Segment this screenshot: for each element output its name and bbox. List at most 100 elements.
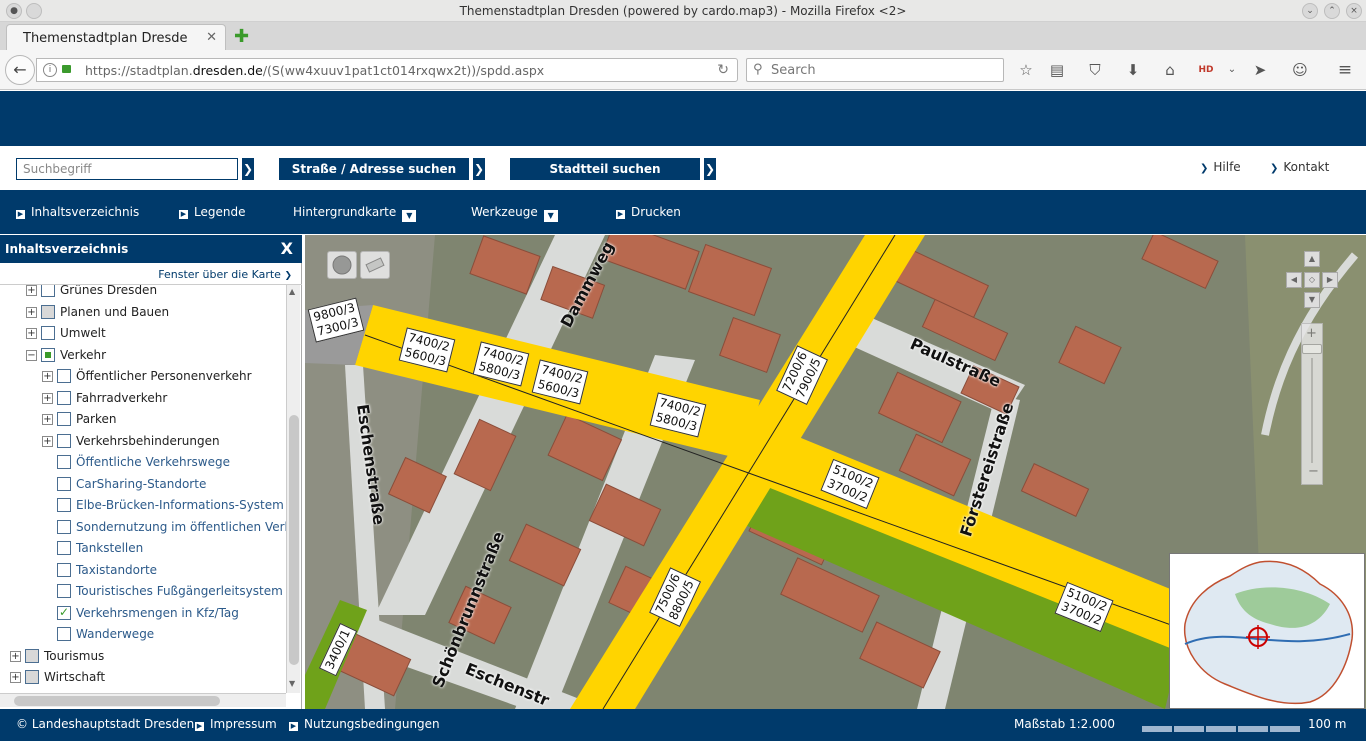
new-tab-icon[interactable]: ✚ <box>234 26 249 47</box>
layer-checkbox[interactable] <box>57 433 71 448</box>
layer-checkbox[interactable] <box>57 519 71 534</box>
chat-icon[interactable]: ☺ <box>1290 60 1310 80</box>
zoom-slider[interactable]: + − <box>1301 323 1323 485</box>
expand-icon[interactable]: + <box>42 435 53 447</box>
tree-node-label[interactable]: CarSharing-Standorte <box>76 477 206 491</box>
layer-checkbox[interactable] <box>57 498 71 512</box>
tree-node-label[interactable]: Tankstellen <box>76 541 143 555</box>
layer-checkbox[interactable] <box>57 455 71 469</box>
tree-node-label[interactable]: Sondernutzung im öffentlichen Verkehrsra… <box>76 520 286 534</box>
layer-checkbox[interactable] <box>25 648 39 663</box>
district-search-arrow-icon[interactable]: ❯ <box>702 158 716 180</box>
layer-checkbox[interactable] <box>57 584 71 598</box>
collapse-icon[interactable]: − <box>26 349 37 361</box>
layer-checkbox[interactable] <box>57 412 71 426</box>
layer-checkbox[interactable] <box>57 562 71 577</box>
tree-node-label[interactable]: Touristisches Fußgängerleitsystem <box>76 584 283 598</box>
expand-icon[interactable]: + <box>42 371 53 382</box>
tree-node[interactable]: + Parken <box>0 410 286 430</box>
home-icon[interactable]: ⌂ <box>1160 60 1180 80</box>
tree-vertical-scrollbar[interactable]: ▲ ▼ <box>286 285 300 693</box>
tree-node-label[interactable]: Öffentlicher Personenverkehr <box>76 369 252 383</box>
tree-node-label[interactable]: Wirtschaft <box>44 670 105 684</box>
district-search-button[interactable]: Stadtteil suchen <box>510 158 700 180</box>
pan-right-icon[interactable]: ▶ <box>1322 272 1338 288</box>
expand-icon[interactable]: + <box>42 392 53 404</box>
tree-node-label[interactable]: Fahrradverkehr <box>76 391 167 405</box>
url-bar[interactable]: i https://stadtplan.dresden.de/(S(ww4xuu… <box>36 58 738 82</box>
download-icon[interactable]: ⬇ <box>1123 60 1143 80</box>
imprint-link[interactable]: ▶ Impressum <box>195 717 277 731</box>
expand-icon[interactable]: + <box>26 328 37 339</box>
tree-node[interactable]: + Planen und Bauen <box>0 303 286 323</box>
eraser-icon[interactable] <box>360 251 390 279</box>
layer-checkbox[interactable] <box>57 541 71 555</box>
tree-node-label[interactable]: Verkehr <box>60 348 106 362</box>
street-search-arrow-icon[interactable]: ❯ <box>471 158 485 180</box>
tree-node-label[interactable]: Verkehrsbehinderungen <box>76 434 220 448</box>
pan-up-icon[interactable]: ▲ <box>1304 251 1320 267</box>
send-icon[interactable]: ➤ <box>1250 60 1270 80</box>
scroll-thumb[interactable] <box>289 415 299 665</box>
menu-toc[interactable]: ▶ Inhaltsverzeichnis <box>16 205 139 219</box>
layer-checkbox[interactable] <box>41 285 55 297</box>
pan-center-icon[interactable]: ◇ <box>1304 272 1320 288</box>
zoom-in-icon[interactable]: + <box>1306 326 1317 341</box>
extension-dropdown-icon[interactable]: ⌄ <box>1222 60 1242 80</box>
reload-icon[interactable]: ↻ <box>717 62 729 78</box>
back-button[interactable]: ← <box>5 55 35 85</box>
tree-node[interactable]: + Fahrradverkehr <box>0 389 286 409</box>
map-view[interactable]: 9800/3 7300/3 7400/2 5600/3 7400/2 5800/3 7… <box>305 235 1366 709</box>
tree-node[interactable]: + Öffentlicher Personenverkehr <box>0 367 286 387</box>
pocket-icon[interactable]: ⛉ <box>1085 60 1105 80</box>
tree-node[interactable]: + Tourismus <box>0 647 286 667</box>
expand-icon[interactable]: + <box>10 650 21 662</box>
window-minimize-button[interactable]: ⌄ <box>1302 3 1318 19</box>
tree-node[interactable]: Öffentliche Verkehrswege <box>0 453 286 473</box>
zoom-handle[interactable] <box>1302 344 1322 354</box>
overview-map[interactable] <box>1169 553 1365 709</box>
terms-link[interactable]: ▶ Nutzungsbedingungen <box>289 717 440 731</box>
hamburger-menu-icon[interactable]: ≡ <box>1335 60 1355 80</box>
tree-node-label[interactable]: Elbe-Brücken-Informations-System <box>76 498 284 512</box>
scroll-thumb[interactable] <box>14 696 220 706</box>
scroll-down-icon[interactable]: ▼ <box>289 679 295 688</box>
tree-node[interactable]: + Umwelt <box>0 324 286 344</box>
close-icon[interactable]: X <box>281 239 293 258</box>
menu-print[interactable]: ▶ Drucken <box>616 205 681 219</box>
tree-node[interactable]: + Grünes Dresden <box>0 285 286 301</box>
tree-node-label[interactable]: Umwelt <box>60 326 106 340</box>
window-maximize-button[interactable]: ⌃ <box>1324 3 1340 19</box>
tree-node[interactable]: Verkehrsmengen in Kfz/Tag <box>0 604 286 624</box>
tree-node-label[interactable]: Wanderwege <box>76 627 154 641</box>
pan-left-icon[interactable]: ◀ <box>1286 272 1302 288</box>
layer-checkbox[interactable] <box>57 390 71 405</box>
layer-checkbox[interactable] <box>57 476 71 491</box>
globe-icon[interactable] <box>327 251 357 279</box>
layer-checkbox[interactable] <box>41 347 55 362</box>
expand-icon[interactable]: + <box>26 285 37 296</box>
layer-checkbox[interactable] <box>25 670 39 684</box>
tree-node[interactable]: Touristisches Fußgängerleitsystem <box>0 582 286 602</box>
search-term-input[interactable]: Suchbegriff <box>16 158 238 180</box>
expand-icon[interactable]: + <box>26 306 37 318</box>
layer-checkbox[interactable] <box>57 627 71 641</box>
window-close-button[interactable]: × <box>1346 3 1362 19</box>
layer-checkbox[interactable] <box>41 326 55 340</box>
tree-node-label[interactable]: Taxistandorte <box>76 563 157 577</box>
street-address-search-button[interactable]: Straße / Adresse suchen <box>279 158 469 180</box>
layer-checkbox[interactable] <box>41 304 55 319</box>
scroll-up-icon[interactable]: ▲ <box>289 287 295 296</box>
tree-node[interactable]: Sondernutzung im öffentlichen Verkehrsra… <box>0 518 286 538</box>
reading-list-icon[interactable]: ▤ <box>1047 60 1067 80</box>
layer-checkbox[interactable] <box>57 369 71 383</box>
tree-node[interactable]: Wanderwege <box>0 625 286 645</box>
tree-horizontal-scrollbar[interactable] <box>0 693 286 707</box>
tree-node[interactable]: + Verkehrsbehinderungen <box>0 432 286 452</box>
menu-tools[interactable]: Werkzeuge ▼ <box>471 205 558 222</box>
bookmark-star-icon[interactable]: ☆ <box>1016 60 1036 80</box>
expand-icon[interactable]: + <box>10 672 21 683</box>
layer-checkbox[interactable] <box>57 605 71 620</box>
menu-background-map[interactable]: Hintergrundkarte ▼ <box>293 205 417 222</box>
help-link[interactable]: ❯ Hilfe <box>1200 160 1241 174</box>
